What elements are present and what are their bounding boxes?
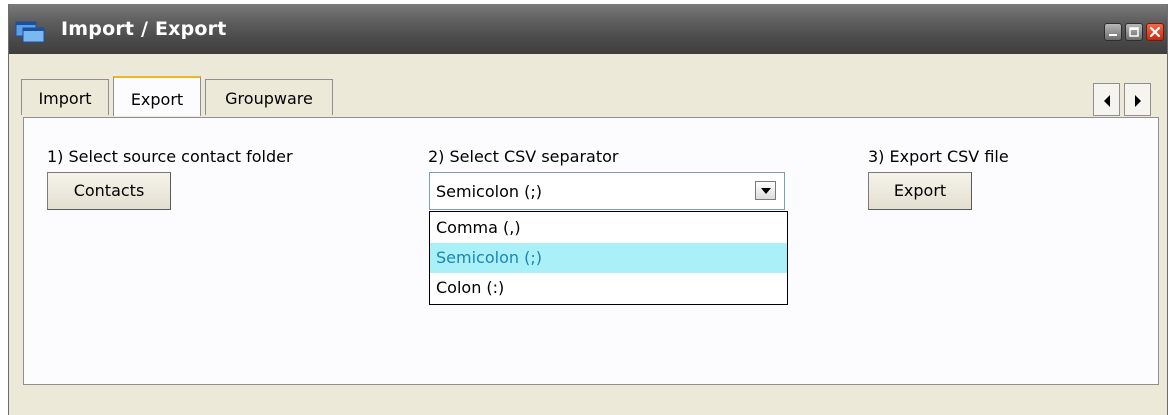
step3-label: 3) Export CSV file [868,147,1009,166]
tab-scroll-right-button[interactable] [1124,83,1151,116]
triangle-right-icon [1135,95,1141,107]
tab-groupware-label: Groupware [225,89,313,108]
maximize-icon [1129,27,1139,37]
close-icon [1149,26,1161,38]
close-button[interactable] [1146,23,1164,41]
csv-separator-select[interactable]: Semicolon (;) [429,172,785,210]
step2-label: 2) Select CSV separator [428,147,619,166]
chevron-down-icon [761,188,771,194]
minimize-button[interactable] [1104,23,1122,41]
minimize-icon [1109,34,1117,36]
dropdown-arrow-button[interactable] [755,181,776,200]
option-semicolon[interactable]: Semicolon (;) [430,243,787,273]
option-colon[interactable]: Colon (:) [430,273,787,303]
maximize-button[interactable] [1125,23,1143,41]
export-button-label: Export [893,181,947,200]
title-bar[interactable]: Import / Export [9,4,1167,54]
tab-export[interactable]: Export [113,76,201,116]
tab-export-label: Export [130,90,184,109]
contacts-button[interactable]: Contacts [47,172,171,210]
step1-label: 1) Select source contact folder [47,147,293,166]
import-export-window: Import / Export Import Export Groupware [8,4,1168,415]
option-comma[interactable]: Comma (,) [430,213,787,243]
window-title: Import / Export [61,18,227,40]
tab-strip: Import Export Groupware [15,76,1161,117]
export-button[interactable]: Export [868,172,972,210]
tab-scroll-left-button[interactable] [1093,83,1120,116]
csv-separator-dropdown-list: Comma (,) Semicolon (;) Colon (:) [429,211,788,305]
contacts-button-label: Contacts [73,181,145,200]
csv-separator-value: Semicolon (;) [436,182,542,201]
export-panel: 1) Select source contact folder Contacts… [23,117,1159,385]
tab-import-label: Import [38,89,92,108]
triangle-left-icon [1104,95,1110,107]
tab-import[interactable]: Import [21,79,109,115]
app-window-icon [15,21,45,43]
tab-groupware[interactable]: Groupware [205,79,333,115]
